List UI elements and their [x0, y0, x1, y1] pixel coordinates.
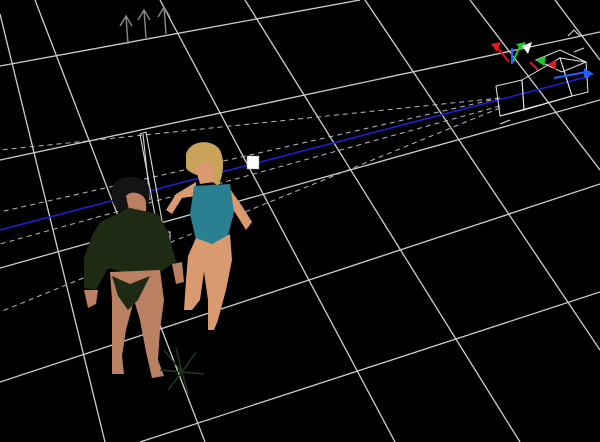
3d-viewport[interactable]	[0, 0, 600, 442]
scene-canvas[interactable]	[0, 0, 600, 442]
focus-marker[interactable]	[246, 155, 260, 170]
viewport-background	[0, 0, 600, 442]
